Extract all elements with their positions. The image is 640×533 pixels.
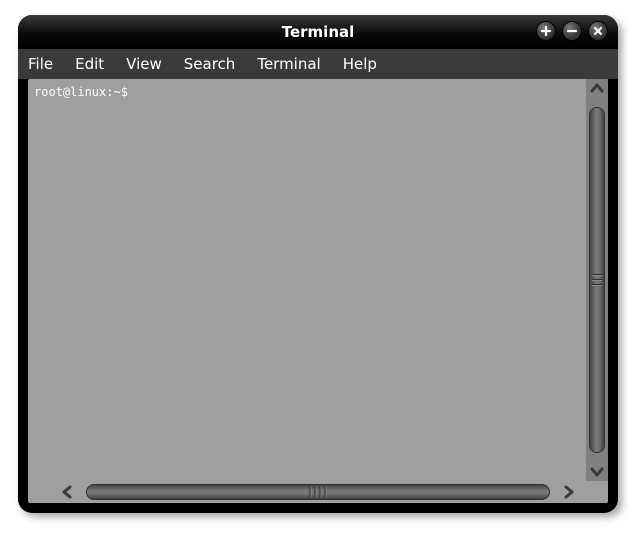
terminal-window: Terminal File Edit View Search Terminal … xyxy=(18,15,618,513)
menu-search[interactable]: Search xyxy=(184,55,236,73)
menu-edit[interactable]: Edit xyxy=(75,55,104,73)
content-area: root@linux:~$ xyxy=(28,79,608,503)
scroll-down-button[interactable] xyxy=(586,463,608,481)
window-controls xyxy=(536,21,608,41)
new-tab-button[interactable] xyxy=(536,21,556,41)
menu-view[interactable]: View xyxy=(126,55,162,73)
horizontal-scrollbar xyxy=(58,481,578,503)
menu-file[interactable]: File xyxy=(28,55,53,73)
minimize-button[interactable] xyxy=(562,21,582,41)
scroll-right-button[interactable] xyxy=(560,481,578,503)
shell-prompt: root@linux:~$ xyxy=(28,79,586,105)
terminal-viewport[interactable]: root@linux:~$ xyxy=(28,79,586,481)
hscroll-track[interactable] xyxy=(76,481,560,503)
titlebar[interactable]: Terminal xyxy=(18,15,618,49)
vscroll-thumb[interactable] xyxy=(589,107,605,453)
hscroll-thumb[interactable] xyxy=(86,484,550,500)
vertical-scrollbar xyxy=(586,79,608,481)
scroll-up-button[interactable] xyxy=(586,79,608,97)
menu-terminal[interactable]: Terminal xyxy=(257,55,320,73)
scroll-left-button[interactable] xyxy=(58,481,76,503)
window-title: Terminal xyxy=(282,23,355,41)
close-button[interactable] xyxy=(588,21,608,41)
menubar: File Edit View Search Terminal Help xyxy=(18,49,618,79)
vscroll-track[interactable] xyxy=(586,97,608,463)
menu-help[interactable]: Help xyxy=(343,55,377,73)
